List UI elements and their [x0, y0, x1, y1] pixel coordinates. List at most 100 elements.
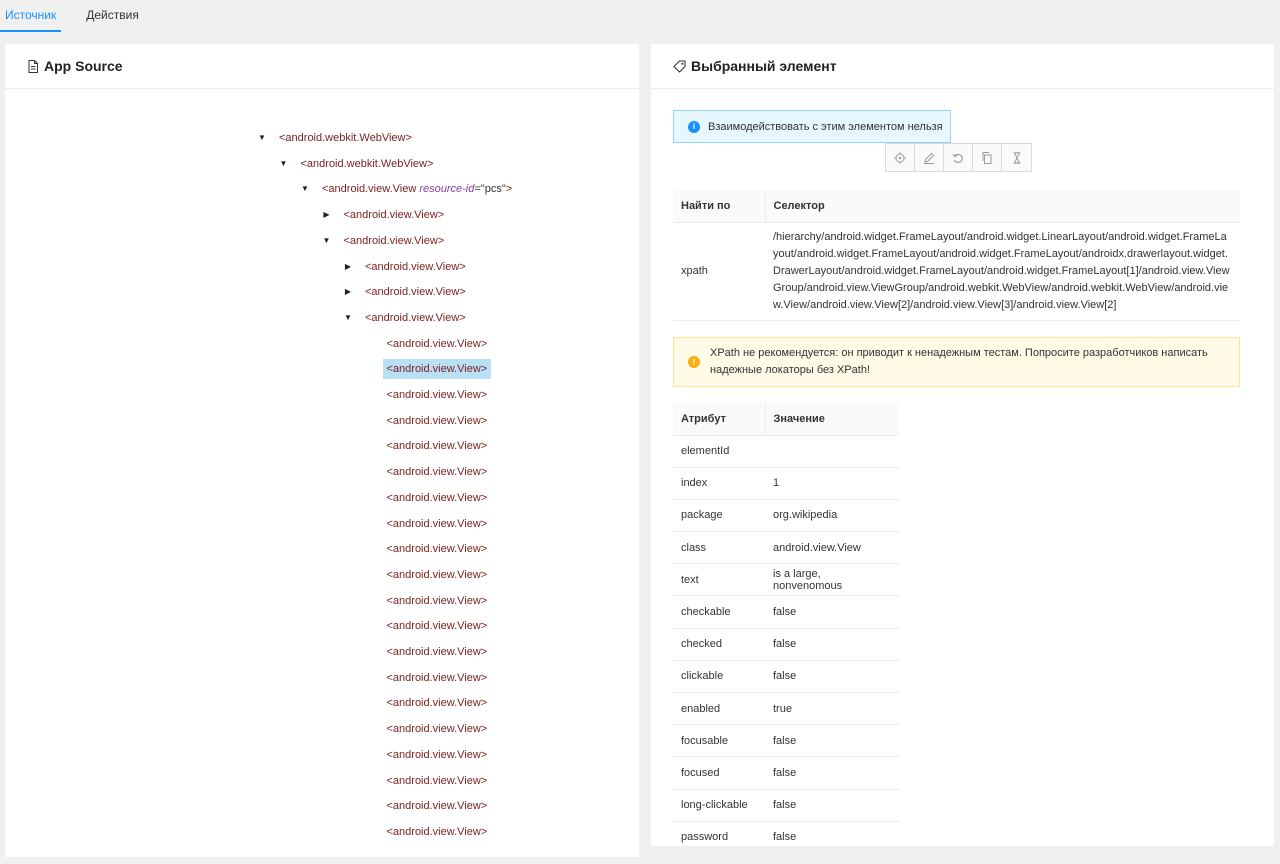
tree-node-tag: <android.view.View> — [386, 697, 488, 710]
tree-node-attr-name: resource-id — [419, 183, 475, 196]
attr-value-cell: false — [765, 756, 899, 790]
caret-right-icon[interactable]: ▶ — [322, 205, 332, 225]
clear-button[interactable] — [944, 144, 973, 171]
app-source-panel: App Source ▼ <android.webkit.WebView> ▼ <an… — [5, 44, 639, 857]
tree-node[interactable]: <android.view.View> — [383, 591, 492, 611]
tree-node-tag: <android.view.View> — [365, 311, 466, 324]
attr-value-cell: 1 — [765, 467, 899, 500]
tree-node-tag: <android.view.View> — [386, 774, 488, 787]
attr-name-cell: focused — [673, 756, 765, 790]
top-tab-bar: Источник Действия — [0, 0, 1280, 32]
table-row: elementId — [673, 435, 899, 468]
attr-value-cell: false — [765, 660, 899, 694]
selector-value-cell[interactable]: /hierarchy/android.widget.FrameLayout/an… — [765, 222, 1240, 321]
caret-down-icon[interactable]: ▼ — [279, 154, 289, 174]
tree-node[interactable]: ▼ <android.view.View> — [323, 231, 449, 251]
tree-node[interactable]: <android.view.View> — [383, 539, 492, 559]
tree-node[interactable]: <android.view.View> — [383, 668, 492, 688]
info-alert: i Взаимодействовать с этим элементом нел… — [673, 110, 951, 143]
tree-node[interactable]: ▶ <android.view.View> — [345, 282, 470, 302]
table-row: checked false — [673, 628, 899, 661]
attr-name-cell: checkable — [673, 595, 765, 629]
attr-name-cell: enabled — [673, 692, 765, 726]
app-source-header: App Source — [5, 44, 639, 89]
table-row: focused false — [673, 756, 899, 790]
tree-node[interactable]: <android.view.View> — [383, 385, 492, 405]
warning-icon: ! — [688, 356, 700, 368]
table-row: checkable false — [673, 595, 899, 629]
send-keys-button[interactable] — [915, 144, 944, 171]
tree-node[interactable]: <android.view.View> — [383, 642, 492, 662]
tree-node-tag: <android.view.View> — [343, 209, 445, 222]
tree-node-tag: <android.view.View> — [386, 466, 488, 479]
caret-down-icon[interactable]: ▼ — [343, 308, 353, 328]
tree-node[interactable]: ▶ <android.view.View> — [323, 205, 449, 225]
caret-right-icon[interactable]: ▶ — [343, 282, 353, 302]
tree-node[interactable]: ▼ <android.view.View resource-id="pcs"> — [301, 179, 516, 199]
table-row: enabled true — [673, 692, 899, 726]
tree-node-tag: <android.view.View> — [386, 646, 488, 658]
attr-value-cell: false — [765, 595, 899, 629]
table-row: clickable false — [673, 660, 899, 694]
tree-node-tag: <android.view.View> — [386, 337, 488, 350]
app-source-title: App Source — [44, 58, 123, 74]
table-row: text is a large, nonvenomous — [673, 563, 899, 597]
tree-node[interactable]: <android.view.View> — [383, 796, 492, 816]
selected-element-header: Выбранный элемент — [651, 44, 1274, 89]
tree-node[interactable]: <android.view.View> — [383, 693, 492, 713]
tree-node[interactable]: ▼ <android.view.View> — [344, 308, 470, 328]
tree-node[interactable]: <android.view.View> — [383, 719, 492, 739]
caret-right-icon[interactable]: ▶ — [343, 257, 353, 277]
tab-source[interactable]: Источник — [0, 0, 62, 32]
tree-node[interactable]: ▶ <android.view.View> — [345, 257, 470, 277]
attr-name-cell: focusable — [673, 724, 765, 758]
tree-node[interactable]: <android.view.View> — [383, 462, 492, 482]
tree-node-tag: <android.view.View> — [386, 620, 488, 633]
table-row: xpath /hierarchy/android.widget.FrameLay… — [673, 222, 1240, 321]
tree-node[interactable]: <android.view.View> — [383, 488, 492, 508]
tap-button[interactable] — [886, 144, 915, 171]
tree-node[interactable]: <android.view.View> — [383, 745, 492, 765]
caret-down-icon[interactable]: ▼ — [322, 231, 332, 251]
attr-value-cell: true — [765, 692, 899, 726]
tree-node[interactable]: ▼ <android.webkit.WebView> — [258, 128, 416, 148]
attr-value-cell — [765, 435, 899, 468]
attr-header-value: Значение — [765, 403, 899, 436]
tree-node[interactable]: <android.view.View> — [383, 616, 492, 636]
tree-node[interactable]: <android.view.View> — [383, 771, 492, 791]
attr-value-cell: android.view.View — [765, 531, 899, 565]
attr-name-cell: class — [673, 531, 765, 565]
tree-node[interactable]: <android.view.View> — [383, 822, 492, 842]
tree-node-tag: <android.view.View> — [386, 543, 488, 556]
tree-node[interactable]: <android.view.View> — [383, 334, 492, 354]
tree-node-tag: <android.view.View> — [386, 671, 488, 684]
table-row: focusable false — [673, 724, 899, 758]
caret-down-icon[interactable]: ▼ — [300, 179, 310, 199]
file-icon — [28, 59, 38, 73]
tree-node[interactable]: ▼ <android.webkit.WebView> — [280, 154, 438, 174]
tree-node-tag: <android.view.View> — [386, 825, 488, 838]
attr-value-cell: org.wikipedia — [765, 499, 899, 533]
caret-down-icon[interactable]: ▼ — [257, 128, 267, 148]
attr-value-cell: false — [765, 789, 899, 822]
tree-node-tag: <android.view.View> — [343, 234, 445, 247]
warning-alert: ! XPath не рекомендуется: он приводит к … — [673, 337, 1240, 387]
attributes-table: Атрибут Значение elementId index 1 package o… — [673, 403, 899, 846]
tree-node-tag: <android.view.View> — [386, 594, 488, 607]
timing-button[interactable] — [1002, 144, 1031, 171]
tree-node-tag: <android.view.View> — [386, 414, 488, 427]
copy-attributes-button[interactable] — [973, 144, 1002, 171]
tree-node-tag: <android.webkit.WebView> — [279, 132, 412, 144]
tree-node-tag: <android.view.View> — [386, 363, 488, 376]
attr-value-cell: false — [765, 724, 899, 758]
attr-name-cell: clickable — [673, 660, 765, 694]
tree-node[interactable]: <android.view.View> — [383, 565, 492, 585]
tree-node[interactable]: <android.view.View> — [383, 514, 492, 534]
tree-node[interactable]: <android.view.View> — [382, 359, 492, 380]
attr-value-cell: false — [765, 821, 899, 846]
tree-node[interactable]: <android.view.View> — [383, 411, 492, 431]
tree-node-tag: <android.view.View> — [386, 800, 488, 813]
tree-node[interactable]: <android.view.View> — [383, 436, 492, 456]
attr-name-cell: text — [673, 563, 765, 597]
tab-actions[interactable]: Действия — [81, 0, 144, 30]
